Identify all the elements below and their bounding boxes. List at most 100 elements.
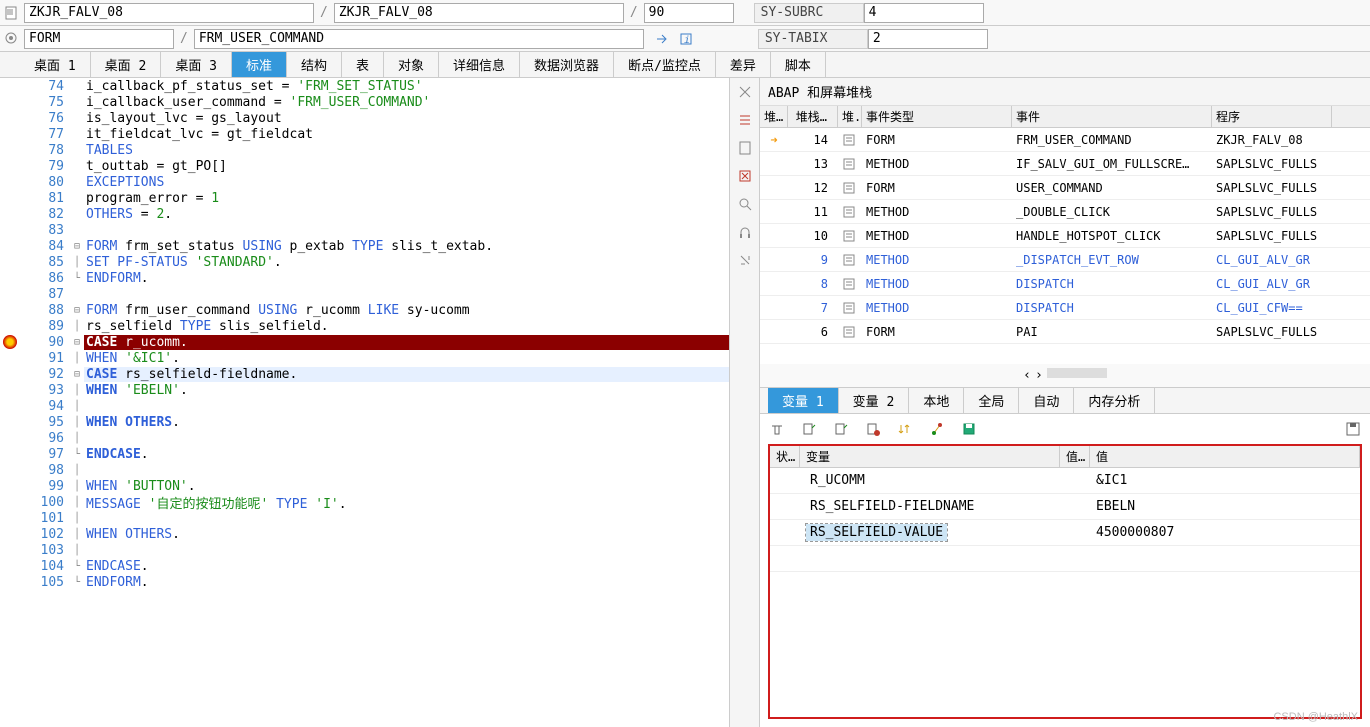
block-type-input[interactable] (24, 29, 174, 49)
save-icon[interactable] (960, 420, 978, 438)
desktop-tabs: 桌面 1桌面 2桌面 3标准结构表对象详细信息数据浏览器断点/监控点差异脚本 (0, 52, 1370, 78)
code-line[interactable]: 86└ ENDFORM. (0, 270, 729, 286)
stack-row[interactable]: 11 METHOD _DOUBLE_CLICK SAPLSLVC_FULLS (760, 200, 1370, 224)
sort-icon[interactable] (896, 420, 914, 438)
code-line[interactable]: 98│ (0, 462, 729, 478)
code-line[interactable]: 84⊟ FORM frm_set_status USING p_extab TY… (0, 238, 729, 254)
code-line[interactable]: 100│ MESSAGE '自定的按钮功能呢' TYPE 'I'. (0, 494, 729, 510)
stack-row[interactable]: 9 METHOD _DISPATCH_EVT_ROW CL_GUI_ALV_GR (760, 248, 1370, 272)
tab-1[interactable]: 桌面 2 (91, 52, 162, 77)
nav-icon[interactable] (654, 31, 670, 47)
stack-row[interactable]: 10 METHOD HANDLE_HOTSPOT_CLICK SAPLSLVC_… (760, 224, 1370, 248)
gear-icon[interactable] (4, 31, 20, 47)
scroll-left-icon[interactable]: ‹ (1023, 368, 1031, 383)
export-icon[interactable] (800, 420, 818, 438)
code-line[interactable]: 81 program_error = 1 (0, 190, 729, 206)
var-tab-4[interactable]: 自动 (1019, 388, 1074, 413)
cancel-icon[interactable] (735, 166, 755, 186)
variable-row[interactable]: R_UCOMM &IC1 (770, 468, 1360, 494)
block-name-input[interactable] (194, 29, 644, 49)
code-line[interactable]: 87 (0, 286, 729, 302)
stack-row[interactable]: 6 FORM PAI SAPLSLVC_FULLS (760, 320, 1370, 344)
tabix-value-input[interactable] (868, 29, 988, 49)
tab-5[interactable]: 表 (342, 52, 384, 77)
code-line[interactable]: 105└ ENDFORM. (0, 574, 729, 590)
code-line[interactable]: 89│ rs_selfield TYPE slis_selfield. (0, 318, 729, 334)
tab-11[interactable]: 脚本 (771, 52, 826, 77)
code-line[interactable]: 75 i_callback_user_command = 'FRM_USER_C… (0, 94, 729, 110)
code-line[interactable]: 91│ WHEN '&IC1'. (0, 350, 729, 366)
tab-10[interactable]: 差异 (716, 52, 771, 77)
swap-icon[interactable] (928, 420, 946, 438)
stack-row[interactable]: 7 METHOD DISPATCH CL_GUI_CFW== (760, 296, 1370, 320)
code-line[interactable]: 74 i_callback_pf_status_set = 'FRM_SET_S… (0, 78, 729, 94)
variable-row[interactable] (770, 546, 1360, 572)
tab-4[interactable]: 结构 (287, 52, 342, 77)
code-line[interactable]: 90⊟ CASE r_ucomm. (0, 334, 729, 350)
var-tab-0[interactable]: 变量 1 (768, 388, 839, 413)
code-line[interactable]: 85│ SET PF-STATUS 'STANDARD'. (0, 254, 729, 270)
include-name-input[interactable] (334, 3, 624, 23)
code-line[interactable]: 82 OTHERS = 2. (0, 206, 729, 222)
delete-row-icon[interactable] (864, 420, 882, 438)
code-line[interactable]: 77 it_fieldcat_lvc = gt_fieldcat (0, 126, 729, 142)
code-line[interactable]: 92⊟ CASE rs_selfield-fieldname. (0, 366, 729, 382)
tab-3[interactable]: 标准 (232, 52, 287, 77)
code-line[interactable]: 96│ (0, 430, 729, 446)
info-icon[interactable]: i (678, 31, 694, 47)
stack-row[interactable]: ➜ 14 FORM FRM_USER_COMMAND ZKJR_FALV_08 (760, 128, 1370, 152)
code-line[interactable]: 80 EXCEPTIONS (0, 174, 729, 190)
breakpoint-icon[interactable] (3, 335, 17, 349)
tools-icon[interactable] (735, 250, 755, 270)
var-tab-5[interactable]: 内存分析 (1074, 388, 1155, 413)
stack-row[interactable]: 8 METHOD DISPATCH CL_GUI_ALV_GR (760, 272, 1370, 296)
code-line[interactable]: 76 is_layout_lvc = gs_layout (0, 110, 729, 126)
variable-row[interactable]: RS_SELFIELD-FIELDNAME EBELN (770, 494, 1360, 520)
trash-icon[interactable] (768, 420, 786, 438)
watermark: CSDN @HeathlX (1273, 711, 1358, 723)
tab-8[interactable]: 数据浏览器 (520, 52, 614, 77)
separator: / (624, 5, 644, 20)
subrc-label: SY-SUBRC (754, 3, 864, 23)
scroll-track[interactable] (1047, 368, 1107, 378)
stack-scroll-nav: ‹ › (760, 364, 1370, 387)
code-line[interactable]: 102│ WHEN OTHERS. (0, 526, 729, 542)
stack-row[interactable]: 13 METHOD IF_SALV_GUI_OM_FULLSCRE… SAPLS… (760, 152, 1370, 176)
disk-icon[interactable] (1344, 420, 1362, 438)
subrc-value-input[interactable] (864, 3, 984, 23)
code-line[interactable]: 94│ (0, 398, 729, 414)
tab-7[interactable]: 详细信息 (439, 52, 520, 77)
line-input[interactable] (644, 3, 734, 23)
var-tab-1[interactable]: 变量 2 (839, 388, 910, 413)
code-line[interactable]: 95│ WHEN OTHERS. (0, 414, 729, 430)
code-line[interactable]: 93│ WHEN 'EBELN'. (0, 382, 729, 398)
code-line[interactable]: 101│ (0, 510, 729, 526)
code-editor[interactable]: 74 i_callback_pf_status_set = 'FRM_SET_S… (0, 78, 759, 727)
variable-table: 状… 变量 值… 值 R_UCOMM &IC1 RS_SELFIELD-FIEL… (768, 444, 1362, 719)
tab-6[interactable]: 对象 (384, 52, 439, 77)
separator: / (174, 31, 194, 46)
scroll-right-icon[interactable]: › (1035, 368, 1043, 383)
code-line[interactable]: 83 (0, 222, 729, 238)
tab-2[interactable]: 桌面 3 (161, 52, 232, 77)
import-icon[interactable] (832, 420, 850, 438)
var-tab-3[interactable]: 全局 (964, 388, 1019, 413)
code-line[interactable]: 103│ (0, 542, 729, 558)
headphones-icon[interactable] (735, 222, 755, 242)
list-icon[interactable] (735, 110, 755, 130)
variable-row[interactable]: RS_SELFIELD-VALUE 4500000807 (770, 520, 1360, 546)
program-name-input[interactable] (24, 3, 314, 23)
var-tab-2[interactable]: 本地 (909, 388, 964, 413)
stack-row[interactable]: 12 FORM USER_COMMAND SAPLSLVC_FULLS (760, 176, 1370, 200)
doc-icon[interactable] (735, 138, 755, 158)
code-line[interactable]: 79 t_outtab = gt_PO[] (0, 158, 729, 174)
header-row-1: / / SY-SUBRC (0, 0, 1370, 26)
search-icon[interactable] (735, 194, 755, 214)
tab-9[interactable]: 断点/监控点 (614, 52, 716, 77)
tab-0[interactable]: 桌面 1 (20, 52, 91, 77)
code-line[interactable]: 78 TABLES (0, 142, 729, 158)
code-line[interactable]: 97└ ENDCASE. (0, 446, 729, 462)
code-line[interactable]: 104└ ENDCASE. (0, 558, 729, 574)
code-line[interactable]: 88⊟ FORM frm_user_command USING r_ucomm … (0, 302, 729, 318)
close-icon[interactable] (735, 82, 755, 102)
